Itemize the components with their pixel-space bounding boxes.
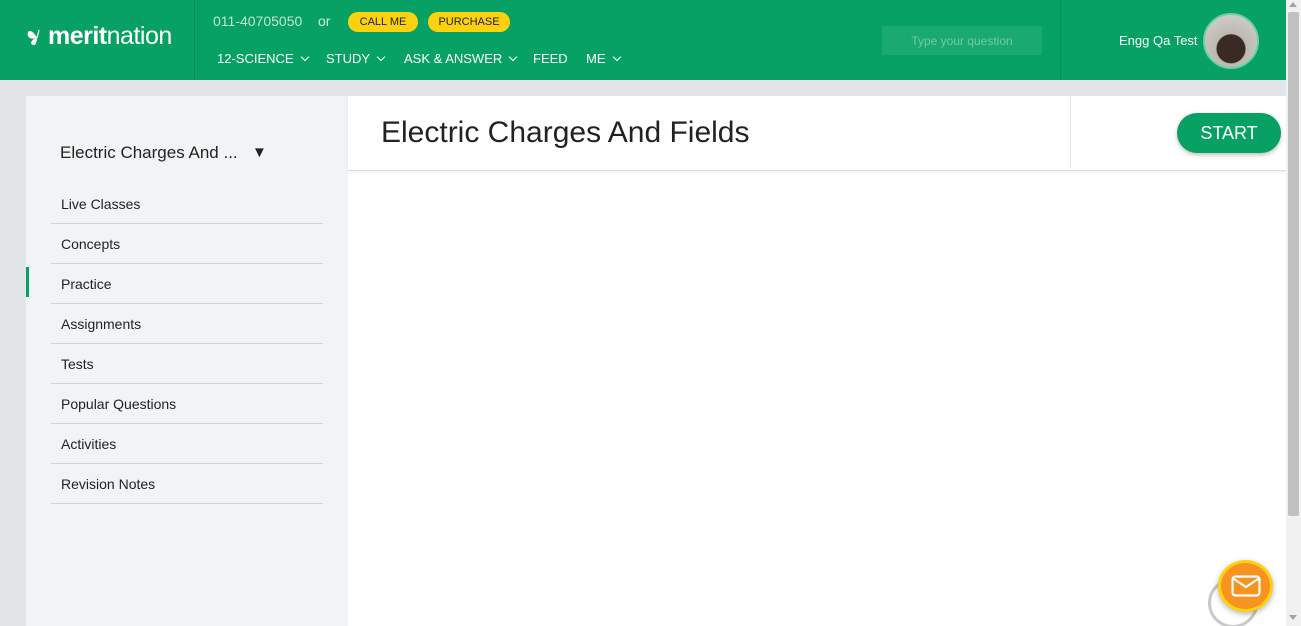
sidebar-item-live-classes[interactable]: Live Classes [51, 184, 323, 224]
username[interactable]: Engg Qa Test [1119, 33, 1198, 48]
nav-12-science[interactable]: 12-SCIENCE [217, 51, 309, 66]
chevron-down-icon [300, 52, 309, 61]
sidebar-menu: Live Classes Concepts Practice Assignmen… [26, 184, 323, 504]
nav-label: ME [586, 51, 606, 66]
caret-down-icon[interactable]: ▼ [252, 144, 267, 161]
feedback-mail-button[interactable] [1218, 560, 1273, 612]
logo-text: meritnation [48, 22, 172, 50]
sidebar-item-assignments[interactable]: Assignments [51, 304, 323, 344]
top-header: meritnation 011-40705050 or CALL ME PURC… [0, 0, 1286, 80]
sidebar-item-tests[interactable]: Tests [51, 344, 323, 384]
nav-me[interactable]: ME [586, 51, 621, 66]
content-header: Electric Charges And Fields START [348, 96, 1286, 171]
sidebar-item-revision-notes[interactable]: Revision Notes [51, 464, 323, 504]
phone-number: 011-40705050 [213, 13, 303, 29]
chevron-down-icon [376, 52, 386, 61]
sidebar-item-popular-questions[interactable]: Popular Questions [51, 384, 323, 424]
nav-label: FEED [533, 51, 568, 66]
header-divider [1070, 96, 1071, 168]
scrollbar-thumb[interactable] [1288, 12, 1299, 516]
question-search-input[interactable] [882, 26, 1042, 55]
call-me-button[interactable]: CALL ME [348, 12, 418, 32]
scrollbar[interactable] [1286, 0, 1301, 626]
mail-icon [1230, 575, 1261, 597]
page-title: Electric Charges And Fields [381, 116, 750, 149]
scroll-up-icon[interactable] [1289, 2, 1297, 7]
header-divider [1060, 0, 1061, 80]
logo[interactable]: meritnation [26, 22, 172, 51]
header-divider [194, 0, 195, 80]
nav-label: STUDY [326, 51, 371, 66]
sidebar-item-practice[interactable]: Practice [26, 264, 323, 304]
sidebar-item-activities[interactable]: Activities [51, 424, 323, 464]
nav-ask-answer[interactable]: ASK & ANSWER [404, 51, 518, 66]
chevron-down-icon [612, 52, 621, 61]
main-content: Electric Charges And Fields START [348, 96, 1286, 626]
purchase-button[interactable]: PURCHASE [428, 12, 510, 32]
butterfly-icon [27, 29, 40, 45]
sidebar: Electric Charges And ... ▼ Live Classes … [26, 96, 348, 626]
avatar[interactable] [1203, 13, 1259, 69]
chevron-down-icon [509, 52, 518, 61]
nav-label: ASK & ANSWER [404, 51, 503, 66]
scroll-down-icon[interactable] [1289, 615, 1297, 620]
or-text: or [318, 13, 331, 29]
chapter-selector[interactable]: Electric Charges And ... [60, 143, 238, 163]
start-button[interactable]: START [1177, 113, 1281, 153]
nav-study[interactable]: STUDY [326, 51, 386, 66]
nav-feed[interactable]: FEED [533, 51, 568, 66]
sidebar-item-concepts[interactable]: Concepts [51, 224, 323, 264]
nav-label: 12-SCIENCE [217, 51, 294, 66]
